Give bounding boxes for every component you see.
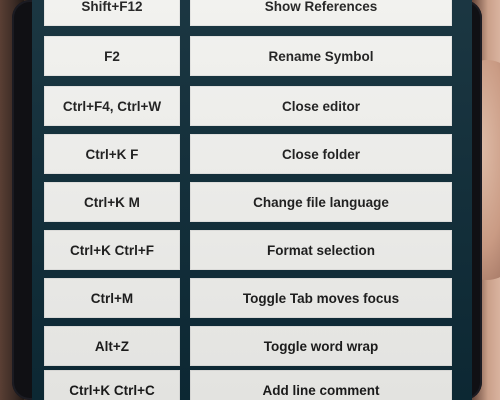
shortcut-keys: Ctrl+K M	[44, 182, 180, 222]
shortcut-action: Show References	[190, 0, 452, 26]
shortcut-row: Ctrl+M Toggle Tab moves focus	[32, 278, 472, 318]
shortcut-action: Close folder	[190, 134, 452, 174]
shortcut-row: Shift+F12 Show References	[32, 0, 472, 26]
shortcut-keys: Ctrl+F4, Ctrl+W	[44, 86, 180, 126]
shortcut-row: Alt+Z Toggle word wrap	[32, 326, 472, 366]
shortcut-action: Toggle Tab moves focus	[190, 278, 452, 318]
shortcut-row: Ctrl+K F Close folder	[32, 134, 472, 174]
shortcut-table: Shift+F12 Show References F2 Rename Symb…	[32, 0, 472, 400]
shortcut-keys: Shift+F12	[44, 0, 180, 26]
shortcut-keys: Ctrl+K Ctrl+F	[44, 230, 180, 270]
shortcut-action: Change file language	[190, 182, 452, 222]
shortcut-row: Ctrl+K M Change file language	[32, 182, 472, 222]
shortcut-row: F2 Rename Symbol	[32, 36, 472, 76]
shortcut-action: Toggle word wrap	[190, 326, 452, 366]
shortcut-row: Ctrl+F4, Ctrl+W Close editor	[32, 86, 472, 126]
shortcut-row: Ctrl+K Ctrl+C Add line comment	[32, 370, 472, 400]
shortcut-keys: Ctrl+K Ctrl+C	[44, 370, 180, 400]
shortcut-keys: Alt+Z	[44, 326, 180, 366]
shortcut-action: Close editor	[190, 86, 452, 126]
shortcut-action: Add line comment	[190, 370, 452, 400]
shortcut-action: Rename Symbol	[190, 36, 452, 76]
shortcut-action: Format selection	[190, 230, 452, 270]
shortcut-row: Ctrl+K Ctrl+F Format selection	[32, 230, 472, 270]
shortcut-keys: Ctrl+K F	[44, 134, 180, 174]
shortcut-keys: F2	[44, 36, 180, 76]
phone: Shift+F12 Show References F2 Rename Symb…	[12, 0, 482, 400]
shortcut-keys: Ctrl+M	[44, 278, 180, 318]
